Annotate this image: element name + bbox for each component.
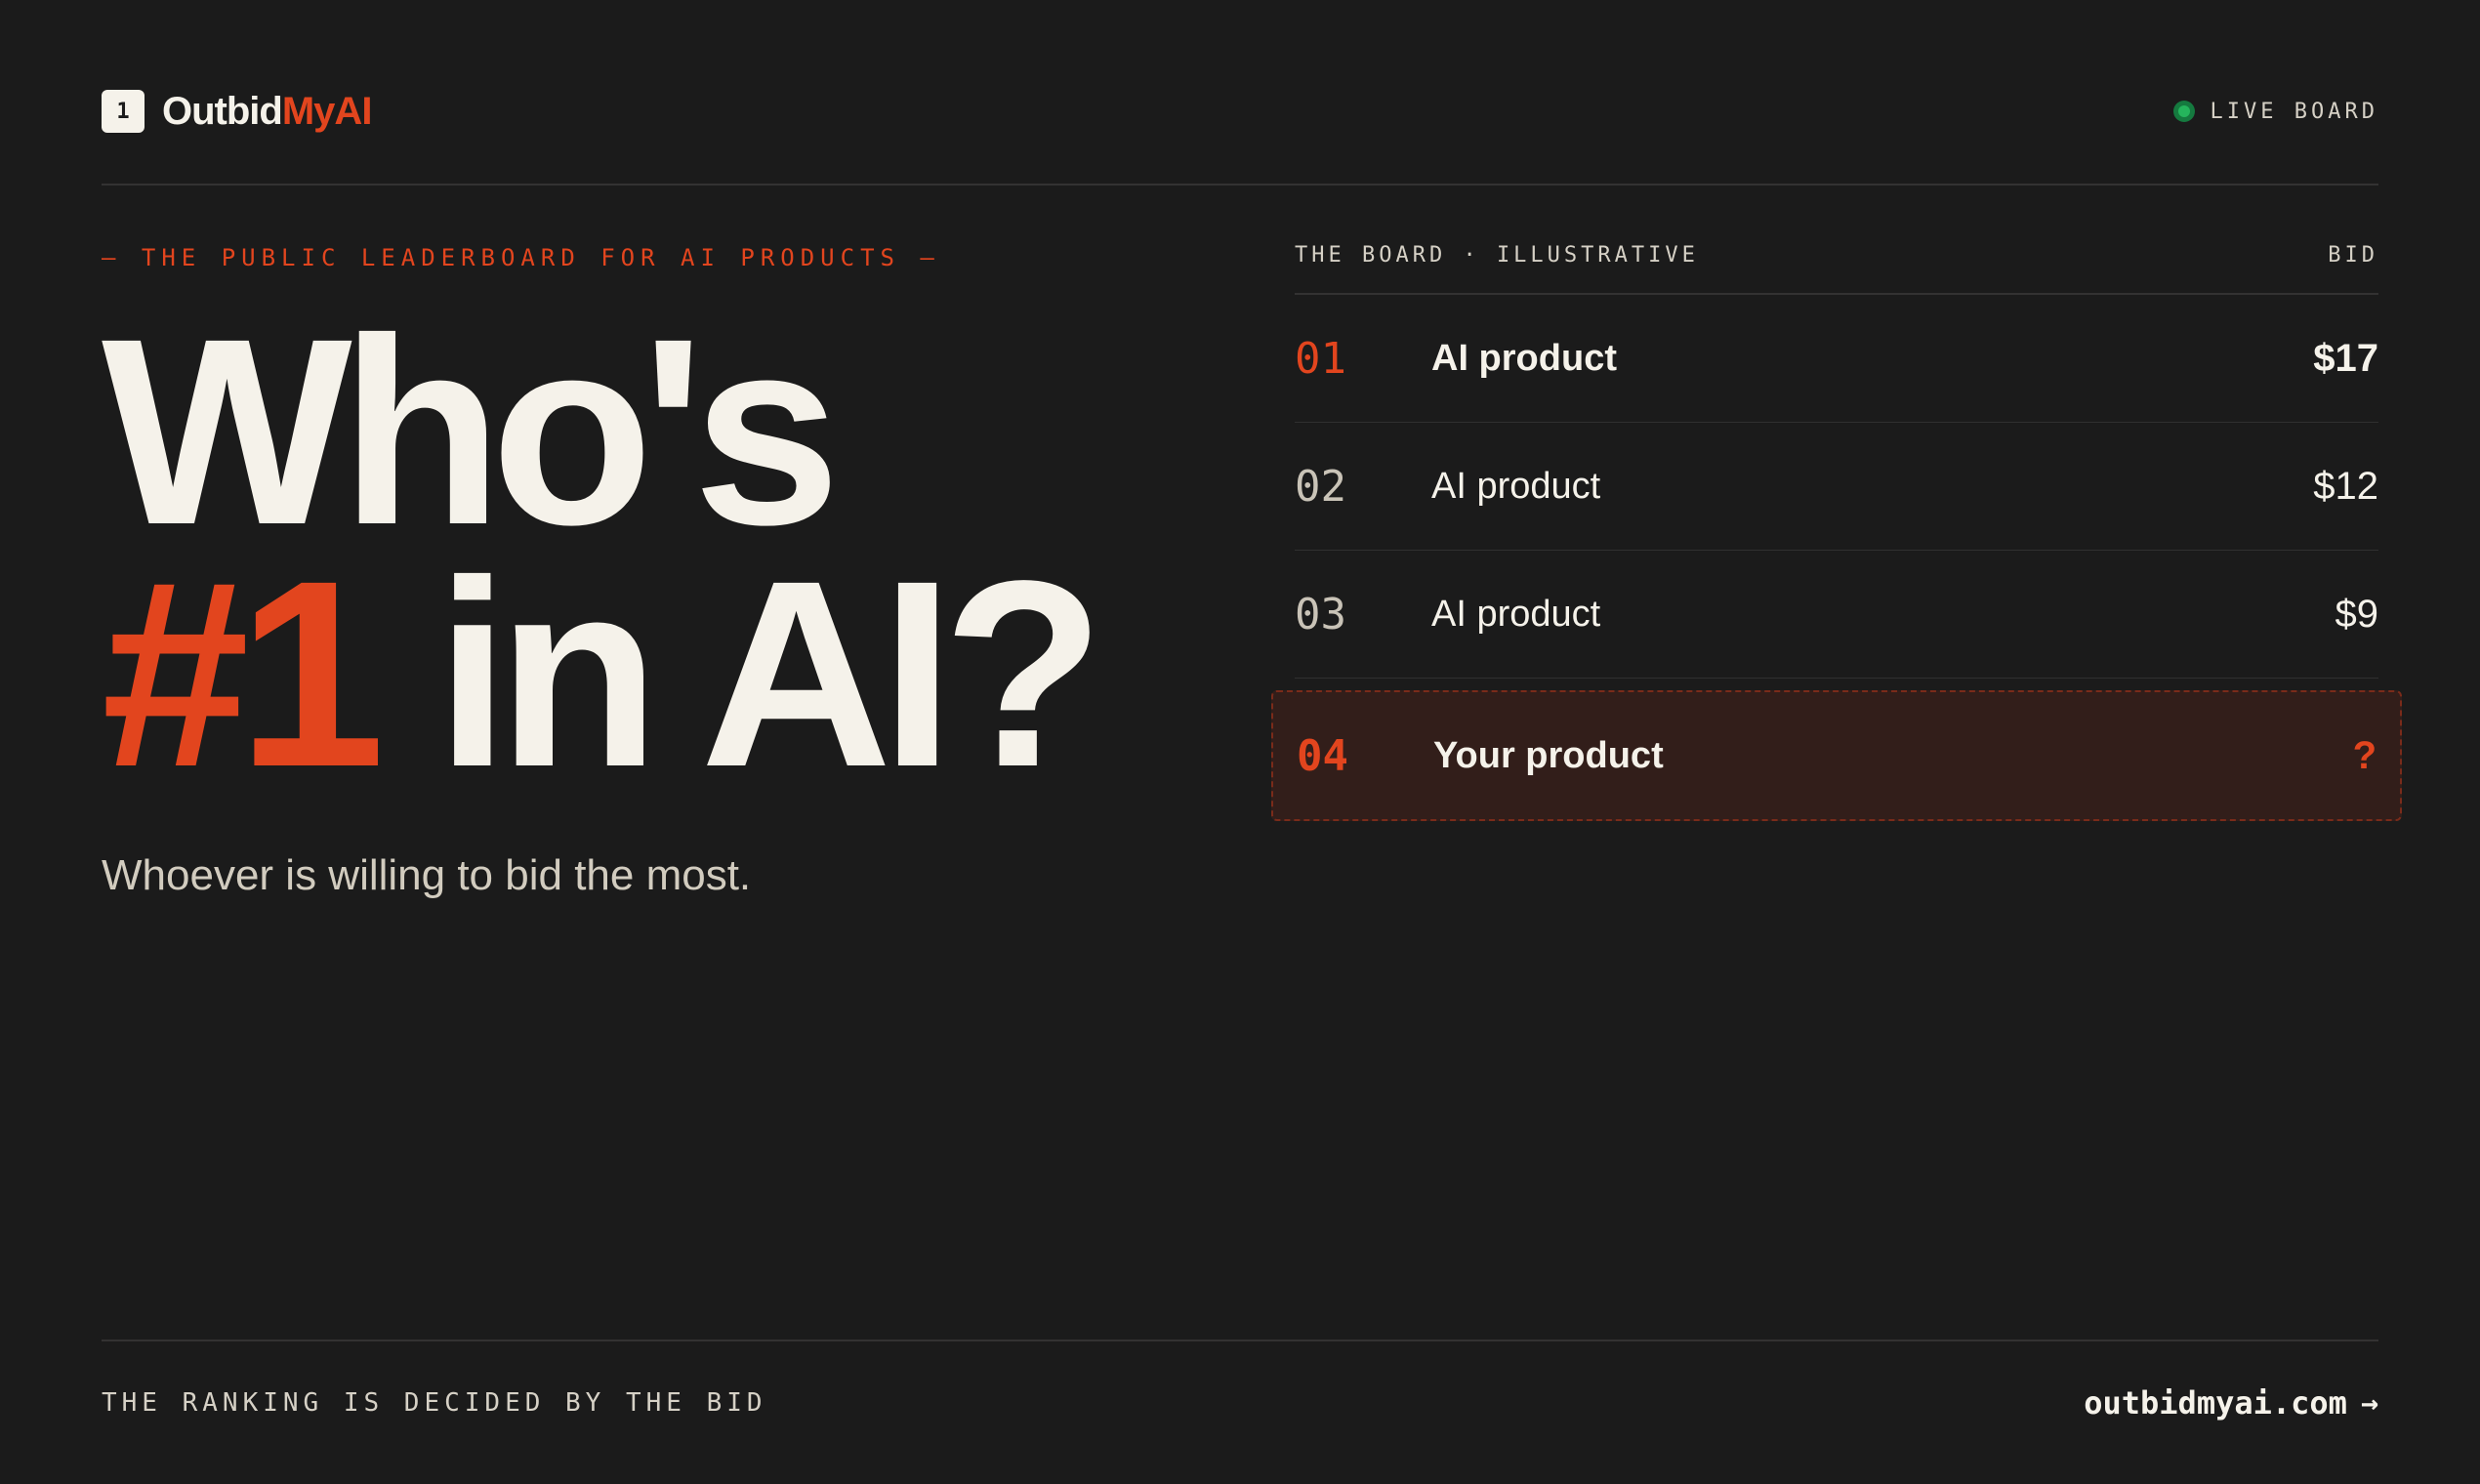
- leaderboard: THE BOARD · ILLUSTRATIVE BID 01 AI produ…: [1271, 238, 2402, 821]
- brand-name: OutbidMyAI: [162, 89, 373, 134]
- row-rank: 04: [1297, 730, 1348, 781]
- leaderboard-title: THE BOARD · ILLUSTRATIVE: [1295, 243, 1699, 268]
- row-product-name: AI product: [1431, 337, 1617, 379]
- footer-divider: [102, 1340, 2378, 1341]
- row-bid: $12: [2313, 464, 2378, 508]
- site-link-text: outbidmyai.com: [2084, 1384, 2347, 1422]
- site-link[interactable]: outbidmyai.com →: [2084, 1384, 2378, 1422]
- leaderboard-row[interactable]: 02 AI product $12: [1295, 423, 2378, 551]
- hero-title: Who's #1 in AI?: [102, 283, 1254, 806]
- hero-title-line1: Who's: [102, 283, 841, 580]
- row-rank: 03: [1295, 589, 1346, 639]
- rank-badge-icon: 1: [102, 90, 145, 133]
- row-bid: $9: [2335, 592, 2379, 636]
- row-rank: 01: [1295, 333, 1346, 384]
- bid-column-header: BID: [2328, 243, 2378, 268]
- header-divider: [102, 184, 2378, 186]
- row-bid-unknown: ?: [2352, 733, 2377, 777]
- live-label: LIVE BOARD: [2210, 99, 2378, 124]
- row-product-name: AI product: [1431, 593, 1601, 635]
- live-indicator: LIVE BOARD: [2172, 99, 2378, 124]
- row-rank: 02: [1295, 461, 1346, 512]
- hero-title-line2: #1 in AI?: [102, 541, 1254, 806]
- tagline: — THE PUBLIC LEADERBOARD FOR AI PRODUCTS…: [102, 244, 940, 271]
- footer-note: THE RANKING IS DECIDED BY THE BID: [102, 1388, 767, 1418]
- leaderboard-row[interactable]: 01 AI product $17: [1295, 295, 2378, 423]
- leaderboard-header: THE BOARD · ILLUSTRATIVE BID: [1295, 238, 2378, 273]
- hero-title-line2-rest: in AI?: [373, 525, 1104, 822]
- leaderboard-row[interactable]: 03 AI product $9: [1295, 551, 2378, 679]
- top-bar: 1 OutbidMyAI LIVE BOARD: [102, 82, 2378, 141]
- arrow-right-icon: →: [2360, 1385, 2378, 1421]
- your-product-row[interactable]: 04 Your product ?: [1271, 690, 2402, 821]
- row-product-name: Your product: [1433, 734, 1664, 776]
- brand-name-primary: Outbid: [162, 89, 283, 133]
- live-dot-icon: [2172, 101, 2195, 122]
- row-bid: $17: [2313, 336, 2378, 380]
- brand-name-accent: MyAI: [281, 89, 373, 133]
- footer: THE RANKING IS DECIDED BY THE BID outbid…: [102, 1379, 2378, 1427]
- hero-title-highlight: #1: [102, 525, 386, 822]
- row-product-name: AI product: [1431, 465, 1601, 507]
- hero-subtitle: Whoever is willing to bid the most.: [102, 851, 752, 899]
- brand-logo[interactable]: 1 OutbidMyAI: [102, 89, 373, 134]
